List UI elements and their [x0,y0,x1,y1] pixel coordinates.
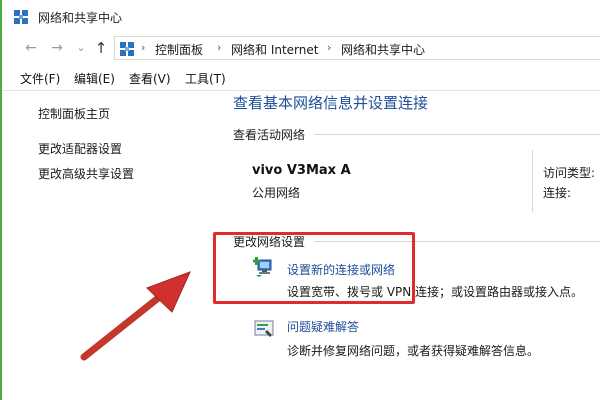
breadcrumb-network-sharing-center[interactable]: 网络和共享中心 [341,41,425,58]
breadcrumb-control-panel[interactable]: 控制面板 [155,41,203,58]
troubleshoot-link[interactable]: 问题疑难解答 [287,318,359,335]
network-type[interactable]: 公用网络 [252,184,300,201]
up-button[interactable]: ↑ [92,39,110,57]
recent-locations-button[interactable]: ⌄ [72,39,90,57]
back-button[interactable]: ← [22,39,40,57]
active-networks-label: 查看活动网络 [233,128,306,142]
menu-tools[interactable]: 工具(T) [185,70,226,87]
sidebar-item-control-panel-home[interactable]: 控制面板主页 [38,105,110,122]
control-panel-icon [120,42,134,56]
access-type-label: 访问类型: [543,166,596,180]
breadcrumb-separator[interactable]: › [327,41,331,54]
breadcrumb-network-internet[interactable]: 网络和 Internet [231,41,318,58]
menu-edit[interactable]: 编辑(E) [74,70,115,87]
menu-file[interactable]: 文件(F) [20,70,60,87]
menu-bar: 文件(F) 编辑(E) 查看(V) 工具(T) [2,64,600,90]
network-sharing-center-window: 网络和共享中心 ← → ⌄ ↑ › 控制面板 › 网络和 Internet › … [0,0,600,400]
page-heading: 查看基本网络信息并设置连接 [233,94,429,112]
address-field[interactable]: › 控制面板 › 网络和 Internet › 网络和共享中心 [114,36,600,60]
section-divider [314,134,600,135]
troubleshoot-description: 诊断并修复网络问题，或者获得疑难解答信息。 [287,344,540,358]
breadcrumb-separator: › [141,41,146,54]
menu-view[interactable]: 查看(V) [129,70,171,87]
annotation-highlight-box [213,232,415,304]
network-info-divider [532,150,533,212]
sidebar-item-change-adapter-settings[interactable]: 更改适配器设置 [38,140,122,157]
troubleshoot-icon [254,320,274,337]
left-task-pane: 控制面板主页 更改适配器设置 更改高级共享设置 [2,91,222,400]
connections-label: 连接: [543,186,572,200]
forward-button[interactable]: → [48,39,66,57]
title-bar[interactable]: 网络和共享中心 [2,0,600,34]
network-name: vivo V3Max A [252,163,351,178]
breadcrumb-separator[interactable]: › [217,41,221,54]
network-center-app-icon [14,10,28,24]
sidebar-item-change-advanced-sharing[interactable]: 更改高级共享设置 [38,165,134,182]
window-title: 网络和共享中心 [38,11,123,25]
address-bar: ← → ⌄ ↑ › 控制面板 › 网络和 Internet › 网络和共享中心 [2,34,600,62]
